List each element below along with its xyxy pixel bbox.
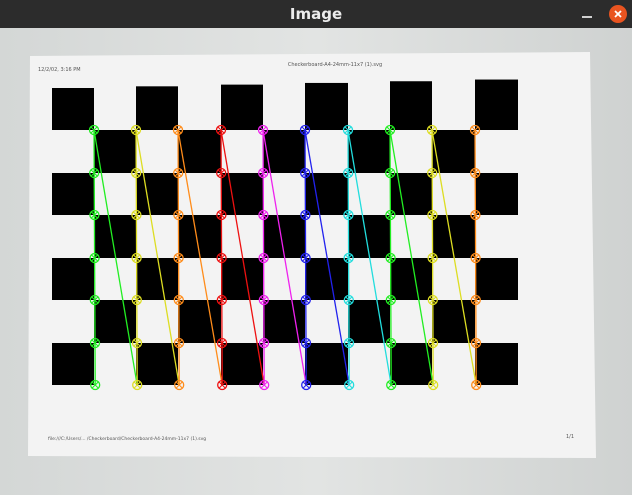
checker-square xyxy=(305,173,348,215)
checker-square xyxy=(390,258,432,300)
window-titlebar: Image xyxy=(0,0,632,28)
checker-square xyxy=(94,300,136,343)
checker-square xyxy=(305,343,348,385)
checker-square xyxy=(221,258,263,300)
checker-square xyxy=(263,300,305,343)
window-title: Image xyxy=(289,5,343,23)
checkerboard-photo: 12/2/02, 3:16 PM Checkerboard-A4-24mm-11… xyxy=(0,28,632,495)
checker-square xyxy=(136,258,178,300)
checker-square xyxy=(348,300,390,343)
checker-square xyxy=(52,88,94,130)
checker-square xyxy=(52,258,94,300)
checker-square xyxy=(305,258,348,300)
checker-square xyxy=(390,173,432,215)
checker-square xyxy=(390,343,432,385)
checker-square xyxy=(136,173,178,215)
paper-footer-left: file:///C:/Users/... /Checkerboard/Check… xyxy=(48,436,206,442)
minimize-icon xyxy=(582,16,592,18)
checker-square xyxy=(221,84,263,130)
checker-square xyxy=(52,343,94,385)
close-button[interactable] xyxy=(609,5,627,23)
paper-header-left: 12/2/02, 3:16 PM xyxy=(38,67,81,73)
checker-square xyxy=(475,343,518,385)
paper-footer-right: 1/1 xyxy=(566,434,574,440)
minimize-button[interactable] xyxy=(580,6,596,22)
checker-square xyxy=(136,86,178,130)
close-icon xyxy=(614,10,622,18)
checker-square xyxy=(475,258,518,300)
checker-square xyxy=(136,343,178,385)
checker-square xyxy=(390,81,432,130)
paper-header-center: Checkerboard-A4-24mm-11x7 (1).svg xyxy=(288,62,382,68)
checker-square xyxy=(305,82,348,130)
image-viewport: 12/2/02, 3:16 PM Checkerboard-A4-24mm-11… xyxy=(0,28,632,495)
checker-square xyxy=(52,173,94,215)
checker-square xyxy=(221,343,263,385)
checker-square xyxy=(475,79,518,130)
checker-square xyxy=(475,173,518,215)
checker-square xyxy=(221,173,263,215)
checker-square xyxy=(432,300,475,343)
checker-square xyxy=(178,300,221,343)
